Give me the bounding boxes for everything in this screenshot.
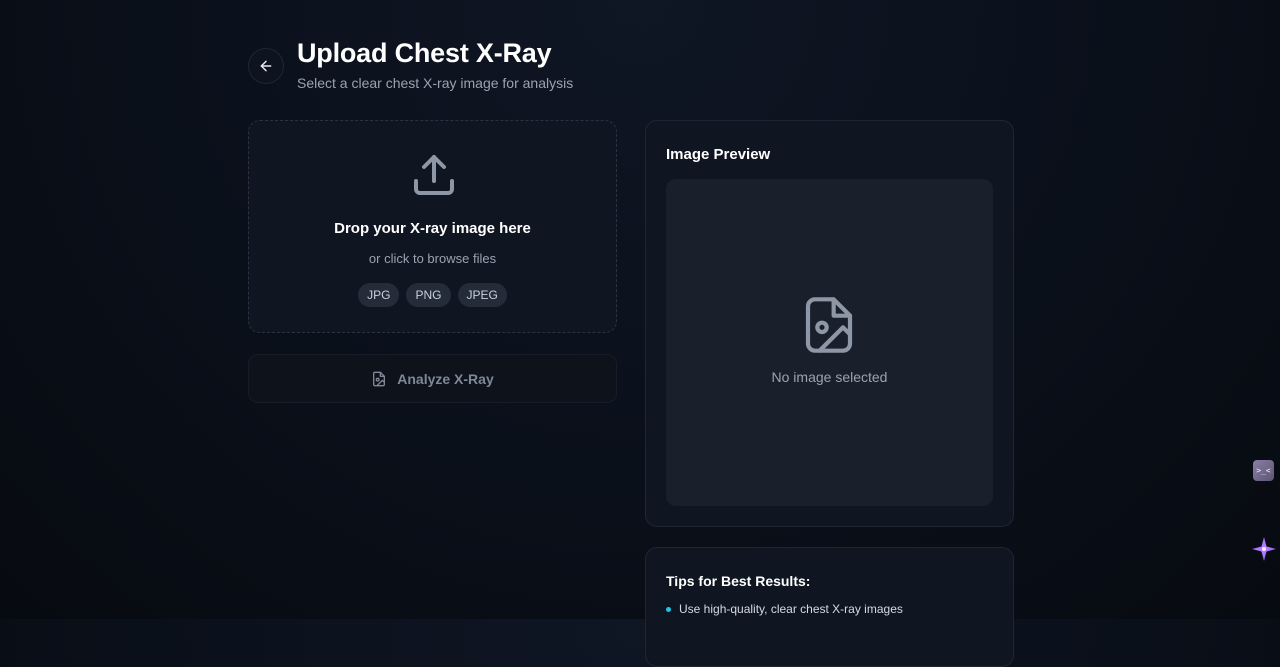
format-chip-png: PNG <box>406 283 451 307</box>
dropzone-subtitle: or click to browse files <box>368 251 497 266</box>
devtools-widget-label: >_< <box>1256 466 1271 475</box>
format-chips: JPG PNG JPEG <box>249 283 616 307</box>
tips-title: Tips for Best Results: <box>666 573 811 589</box>
arrow-left-icon <box>260 60 272 72</box>
tip-item: Use high-quality, clear chest X-ray imag… <box>666 602 903 616</box>
analyze-button-label: Analyze X-Ray <box>397 370 494 387</box>
tips-card: Tips for Best Results: Use high-quality,… <box>645 547 1014 667</box>
image-preview-card: Image Preview No image selected <box>645 120 1014 527</box>
bullet-dot <box>666 606 671 612</box>
tip-text: Use high-quality, clear chest X-ray imag… <box>679 602 903 616</box>
sparkle-icon[interactable] <box>1250 535 1278 563</box>
upload-icon <box>414 155 454 195</box>
upload-dropzone[interactable]: Drop your X-ray image here or click to b… <box>248 120 617 333</box>
dropzone-title: Drop your X-ray image here <box>334 220 531 237</box>
format-chip-jpg: JPG <box>358 283 400 307</box>
preview-area: No image selected <box>666 179 993 506</box>
format-chip-jpeg: JPEG <box>457 283 507 307</box>
back-button[interactable] <box>248 48 284 84</box>
file-image-icon <box>373 371 386 386</box>
no-image-text: No image selected <box>771 369 888 385</box>
analyze-xray-button[interactable]: Analyze X-Ray <box>248 354 617 403</box>
page-subtitle: Select a clear chest X-ray image for ana… <box>297 75 574 91</box>
file-image-icon <box>805 297 853 353</box>
page-title: Upload Chest X-Ray <box>297 38 552 68</box>
preview-title: Image Preview <box>666 146 771 163</box>
devtools-widget-button[interactable]: >_< <box>1253 460 1274 481</box>
